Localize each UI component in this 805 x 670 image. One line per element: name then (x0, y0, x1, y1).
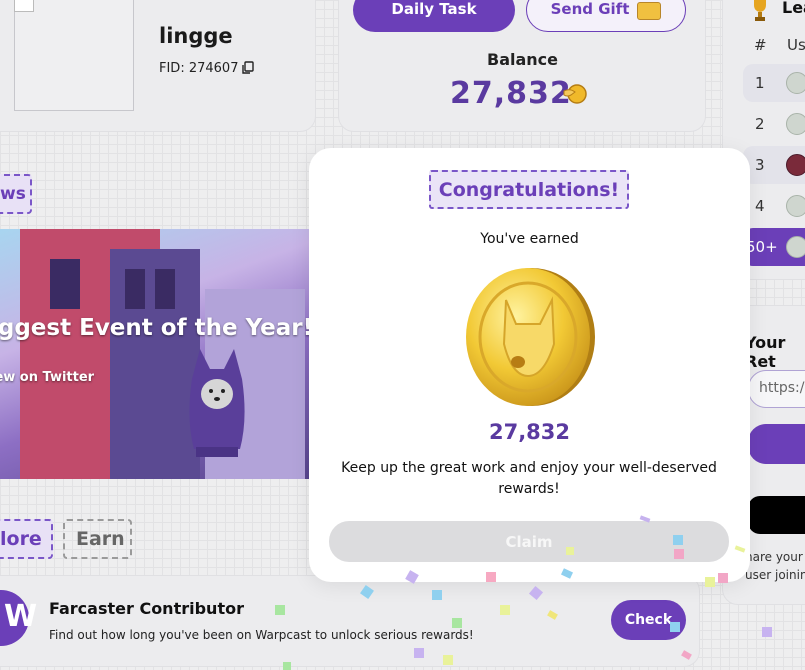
modal-message: Keep up the great work and enjoy your we… (341, 460, 717, 497)
banner-window (50, 259, 80, 309)
banner-subtitle[interactable]: iew on Twitter (0, 370, 94, 385)
leaderboard-avatar (786, 236, 805, 258)
leaderboard-row[interactable]: 2 (743, 105, 805, 143)
send-gift-button[interactable]: Send Gift (526, 0, 686, 32)
earned-label: You've earned (480, 231, 579, 247)
balance-value: 27,832 (450, 76, 572, 111)
leaderboard-rank: 2 (755, 115, 765, 133)
confetti-piece (500, 605, 510, 615)
confetti-piece (762, 627, 772, 637)
username: lingge (159, 24, 233, 48)
balance-label: Balance (487, 50, 558, 69)
task-description: Find out how long you've been on Warpcas… (49, 628, 474, 642)
referral-title: Your Ret (745, 333, 786, 371)
earned-amount: 27,832 (488, 420, 571, 444)
leaderboard-avatar (786, 195, 805, 217)
confetti-piece (443, 655, 453, 665)
referral-note: hare your user joining (745, 548, 805, 584)
referral-share-button[interactable] (748, 496, 805, 534)
broken-image-icon (14, 0, 34, 12)
confetti-piece (673, 535, 683, 545)
confetti-piece (674, 549, 684, 559)
leaderboard-row[interactable]: 4 (743, 187, 805, 225)
coin-icon (466, 268, 595, 406)
confetti-piece (566, 547, 574, 555)
send-gift-label: Send Gift (550, 0, 630, 18)
task-card (0, 575, 700, 667)
leaderboard-col-rank: # (754, 36, 767, 54)
confetti-piece (414, 648, 424, 658)
modal-heading: Congratulations! (429, 170, 629, 209)
referral-note-line: user joining (745, 568, 805, 582)
leaderboard-title: Lea (782, 0, 805, 17)
confetti-piece (705, 577, 715, 587)
confetti-piece (283, 662, 291, 670)
gift-icon (637, 2, 662, 20)
referral-link-input[interactable]: https:/ (748, 370, 805, 408)
fid-label: FID: 274607 (159, 61, 239, 76)
leaderboard-avatar (786, 113, 805, 135)
confetti-piece (718, 573, 728, 583)
leaderboard-rank: 50+ (746, 238, 778, 256)
leaderboard-avatar (786, 154, 805, 176)
hand-coin-icon (563, 84, 587, 104)
check-label: Check (624, 612, 673, 628)
claim-label: Claim (505, 532, 553, 551)
daily-task-button[interactable]: Daily Task (353, 0, 515, 32)
leaderboard-row[interactable]: 1 (743, 64, 805, 102)
daily-task-label: Daily Task (391, 0, 477, 18)
banner-window (125, 269, 145, 309)
leaderboard-rank: 1 (755, 74, 765, 92)
referral-note-line: hare your (745, 550, 803, 564)
tab-explore[interactable]: lore (0, 519, 53, 559)
banner-title: iggest Event of the Year! (0, 315, 314, 341)
avatar (14, 0, 134, 111)
leaderboard-avatar (786, 72, 805, 94)
tab-news[interactable]: ws (0, 174, 32, 214)
check-button[interactable]: Check (611, 600, 686, 640)
leaderboard-rank: 3 (755, 156, 765, 174)
confetti-piece (452, 618, 462, 628)
leaderboard-col-user: Use (787, 36, 805, 54)
event-banner[interactable]: iggest Event of the Year! iew on Twitter (0, 229, 320, 479)
banner-window (155, 269, 175, 309)
claim-button[interactable]: Claim (329, 521, 729, 562)
modal-heading-text: Congratulations! (438, 178, 620, 201)
task-title: Farcaster Contributor (49, 599, 244, 618)
tab-earn[interactable]: Earn (63, 519, 132, 559)
referral-copy-button[interactable] (748, 424, 805, 464)
confetti-piece (486, 572, 496, 582)
copy-icon[interactable] (241, 61, 255, 75)
leaderboard-row-current-user[interactable]: 50+ (743, 228, 805, 266)
banner-dog-illustration (189, 349, 245, 457)
trophy-icon (754, 0, 766, 21)
confetti-piece (432, 590, 442, 600)
confetti-piece (670, 622, 680, 632)
leaderboard-rank: 4 (755, 197, 765, 215)
confetti-piece (275, 605, 285, 615)
leaderboard-row[interactable]: 3 (743, 146, 805, 184)
